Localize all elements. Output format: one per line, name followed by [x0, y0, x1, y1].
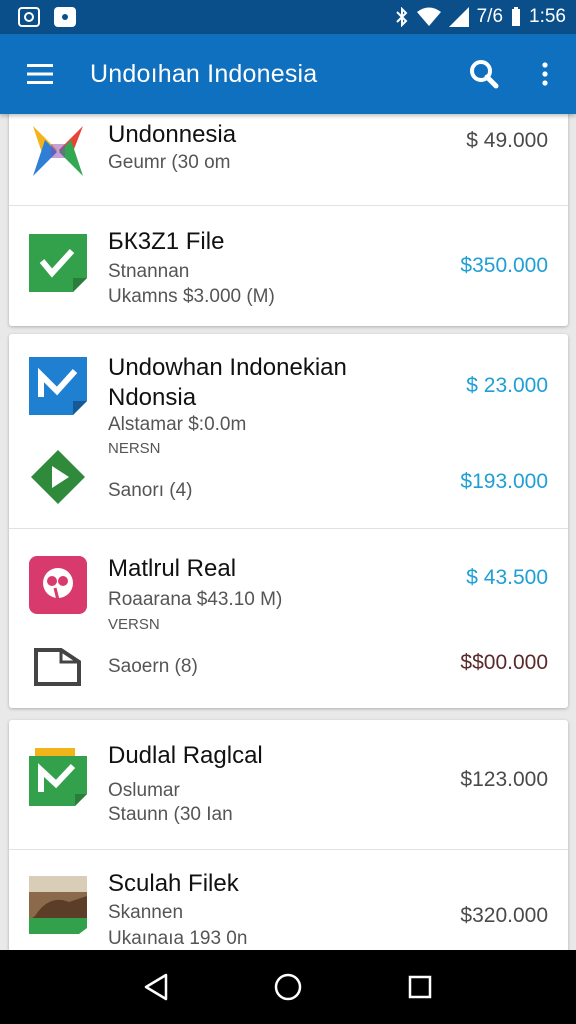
recents-button[interactable] [390, 957, 450, 1017]
item-detail: Ukamns $3.000 (M) [108, 286, 275, 307]
list-item[interactable]: Dudlal Raglcal Oslumar Staunn (30 Ian $1… [9, 720, 568, 849]
green-play-icon [31, 450, 85, 504]
item-price: $320.000 [460, 904, 548, 927]
item-version: VERSN [108, 616, 160, 633]
item-price: $$00.000 [460, 651, 548, 674]
list-item[interactable]: Undonnesia Geumr (30 om $ 49.000 [9, 114, 568, 205]
notification-icon [18, 7, 40, 27]
wifi-icon [416, 7, 441, 26]
card: Dudlal Raglcal Oslumar Staunn (30 Ian $1… [9, 720, 568, 950]
navigation-bar [0, 950, 576, 1024]
pink-flower-icon [29, 556, 87, 614]
item-title-line2: Ndonsia [108, 384, 197, 411]
item-title: Matlrul Real [108, 555, 237, 582]
item-price: $123.000 [460, 768, 548, 791]
card: Undowhan Indonekian Ndonsia Alstamar $:0… [9, 334, 568, 708]
clock: 1:56 [529, 6, 566, 27]
more-options-button[interactable] [514, 34, 576, 114]
status-bar: 7/6 1:56 [0, 0, 576, 34]
multicolor-x-icon [33, 126, 83, 176]
folder-icon [34, 648, 81, 686]
signal-icon [448, 7, 469, 27]
search-icon [470, 60, 499, 89]
card: Undonnesia Geumr (30 om $ 49.000 БК3Z1 F… [9, 114, 568, 326]
item-subtitle: Geumr (30 om [108, 152, 231, 173]
item-price: $193.000 [460, 470, 548, 493]
battery-icon [512, 7, 521, 26]
item-subtitle: Saoern (8) [108, 656, 198, 677]
app-bar: Undoıhan Indonesia [0, 34, 576, 114]
recents-square-icon [408, 975, 432, 999]
item-price: $ 49.000 [466, 129, 548, 152]
search-button[interactable] [454, 34, 514, 114]
green-check-folder-icon [29, 748, 87, 806]
menu-button[interactable] [0, 34, 80, 114]
hamburger-icon [27, 64, 53, 84]
item-version: NERSN [108, 440, 161, 457]
item-subtitle: Roaarana $43.10 M) [108, 589, 283, 610]
battery-text: 7/6 [476, 6, 504, 27]
item-price: $350.000 [460, 254, 548, 277]
item-subtitle: Oslumar [108, 780, 180, 801]
list-item[interactable]: БК3Z1 File Stnannan Ukamns $3.000 (M) $3… [9, 206, 568, 326]
item-subtitle: Alstamar $:0.0m [108, 414, 247, 435]
item-subtitle: Skannen [108, 902, 184, 923]
item-title: Sculah Filek [108, 870, 239, 897]
item-price: $ 43.500 [466, 566, 548, 589]
blue-check-doc-icon [29, 357, 87, 415]
home-circle-icon [274, 973, 302, 1001]
item-subtitle: Sanorı (4) [108, 480, 193, 501]
back-triangle-icon [144, 973, 168, 1001]
more-vert-icon [542, 62, 548, 86]
home-button[interactable] [258, 957, 318, 1017]
back-button[interactable] [126, 957, 186, 1017]
list-item[interactable]: Matlrul Real Roaarana $43.10 M) VERSN $ … [9, 529, 568, 708]
list-item[interactable]: Undowhan Indonekian Ndonsia Alstamar $:0… [9, 334, 568, 528]
bluetooth-icon [395, 7, 408, 27]
item-title: Dudlal Raglcal [108, 742, 263, 769]
item-price: $ 23.000 [466, 374, 548, 397]
page-title: Undoıhan Indonesia [90, 59, 318, 88]
photo-thumbnail-icon [29, 876, 87, 934]
list-item[interactable]: Sculah Filek Skannen Ukaınaıa 193 0n $32… [9, 850, 568, 950]
item-title: Undowhan Indonekian [108, 354, 347, 381]
item-subtitle: Stnannan [108, 261, 190, 282]
item-title: Undonnesia [108, 121, 237, 148]
item-title: БК3Z1 File [108, 228, 225, 255]
app-notification-icon [54, 7, 76, 27]
item-detail: Staunn (30 Ian [108, 804, 233, 825]
item-detail: Ukaınaıa 193 0n [108, 928, 248, 949]
content-list[interactable]: Undonnesia Geumr (30 om $ 49.000 БК3Z1 F… [0, 114, 576, 950]
green-check-doc-icon [29, 234, 87, 292]
